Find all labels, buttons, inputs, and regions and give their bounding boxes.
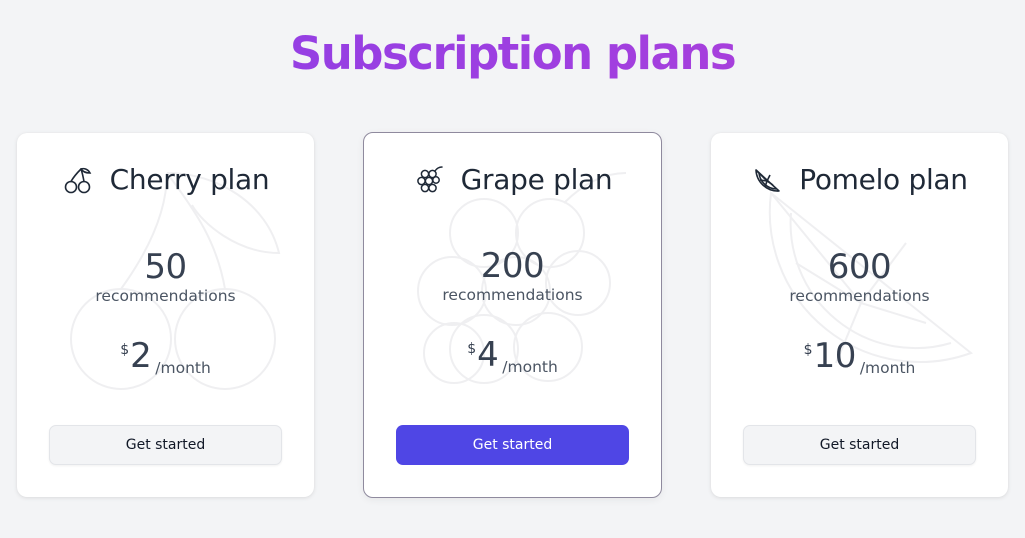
price-period: /month xyxy=(859,359,916,377)
subscription-page: Subscription plans Cherry plan 50 recomm… xyxy=(0,0,1025,538)
plan-header: Grape plan xyxy=(364,163,661,196)
recommendation-count: 200 xyxy=(480,246,545,286)
plan-card-pomelo: Pomelo plan 600 recommendations $ 10 /mo… xyxy=(711,133,1008,497)
price-amount: 4 xyxy=(477,335,499,375)
cherry-icon xyxy=(64,167,91,193)
plan-header: Pomelo plan xyxy=(711,163,1008,196)
grape-icon xyxy=(416,165,443,192)
pomelo-icon xyxy=(755,168,781,192)
plan-name: Grape plan xyxy=(460,163,613,196)
currency-symbol: $ xyxy=(120,342,130,358)
price-period: /month xyxy=(502,358,558,376)
page-title: Subscription plans xyxy=(0,26,1025,82)
plan-card-grape: Grape plan 200 recommendations $ 4 /mont… xyxy=(363,132,662,498)
price-period: /month xyxy=(155,359,211,377)
plan-name: Pomelo plan xyxy=(799,163,968,196)
price-amount: 2 xyxy=(130,336,152,376)
plan-card-cherry: Cherry plan 50 recommendations $ 2 /mont… xyxy=(17,133,314,497)
plan-price: $ 10 /month xyxy=(711,338,1008,377)
recommendation-label: recommendations xyxy=(95,287,236,305)
plan-price: $ 4 /month xyxy=(364,337,661,376)
get-started-button-grape[interactable]: Get started xyxy=(396,425,629,465)
recommendation-label: recommendations xyxy=(789,287,930,305)
currency-symbol: $ xyxy=(803,342,813,358)
plan-header: Cherry plan xyxy=(17,163,314,196)
plan-price: $ 2 /month xyxy=(17,338,314,377)
recommendation-label: recommendations xyxy=(442,286,583,304)
recommendation-count: 600 xyxy=(827,247,892,287)
get-started-button-pomelo[interactable]: Get started xyxy=(743,425,976,465)
recommendation-count: 50 xyxy=(144,247,187,287)
get-started-button-cherry[interactable]: Get started xyxy=(49,425,282,465)
price-amount: 10 xyxy=(813,336,857,376)
plan-name: Cherry plan xyxy=(109,163,270,196)
currency-symbol: $ xyxy=(467,341,477,357)
